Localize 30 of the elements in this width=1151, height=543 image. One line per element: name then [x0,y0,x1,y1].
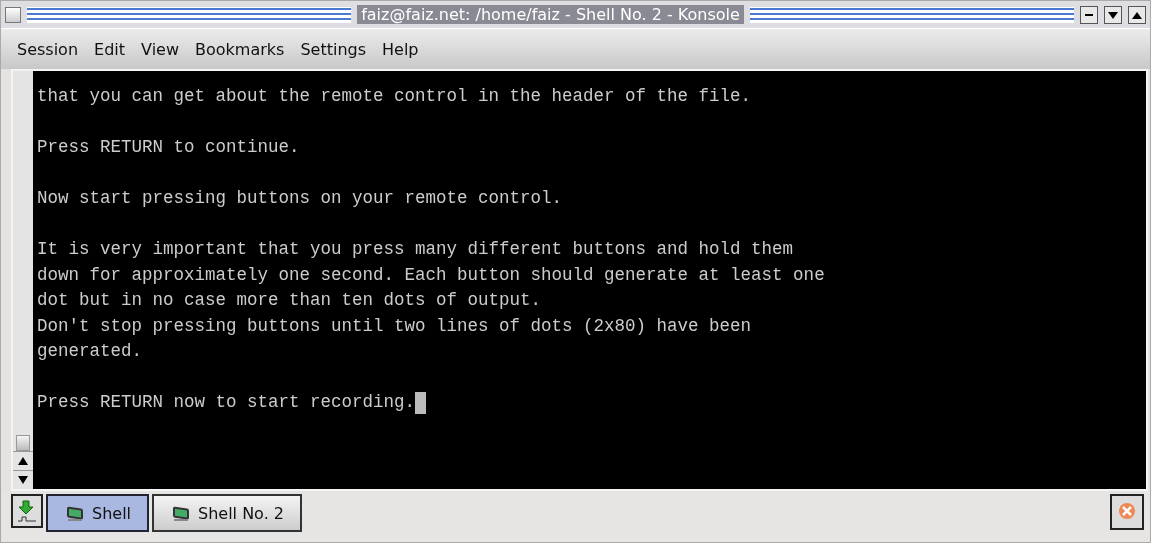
close-session-button[interactable] [1110,494,1144,530]
terminal-line: Don't stop pressing buttons until two lines of dots (2x80) have been [37,314,752,338]
down-triangle-icon [17,475,29,485]
window-menu-button[interactable] [5,6,21,23]
scrollbar[interactable] [13,71,33,489]
minimize-button[interactable] [1080,5,1098,24]
terminal-line: down for approximately one second. Each button should generate at least one [37,263,825,287]
terminal-line: Press RETURN to continue. [37,136,300,159]
terminal-line: It is very important that you press many different buttons and hold them [37,238,794,261]
scroll-thumb[interactable] [16,435,30,451]
menu-item[interactable]: Help [374,39,427,59]
up-triangle-icon [17,456,29,466]
new-session-button[interactable] [11,494,43,528]
menu-item[interactable]: Settings [292,39,374,59]
terminal-line: Press RETURN now to start recording. [37,391,416,414]
menu-item[interactable]: Bookmarks [187,39,293,59]
terminal-line: generated. [37,340,143,363]
terminal-line: Now start pressing buttons on your remote control. [37,187,563,210]
arrow-icon [16,499,38,523]
session-tab[interactable]: Shell [46,494,150,532]
terminal-line: that you can get about the remote control in the header of the file. [37,85,752,108]
window-title: faiz@faiz.net: /home/faiz - Shell No. 2 - Konsole [357,5,744,24]
maximize-button[interactable] [1128,5,1146,24]
menu-item[interactable]: Edit [86,39,134,59]
menu-item[interactable]: View [133,39,187,59]
menu-item[interactable]: Session [9,39,87,59]
monitor-icon [64,504,86,522]
terminal-line: dot but in no case more than ten dots of output. [37,289,542,312]
shade-down-button[interactable] [1104,5,1122,24]
session-tab[interactable]: Shell No. 2 [152,494,302,532]
